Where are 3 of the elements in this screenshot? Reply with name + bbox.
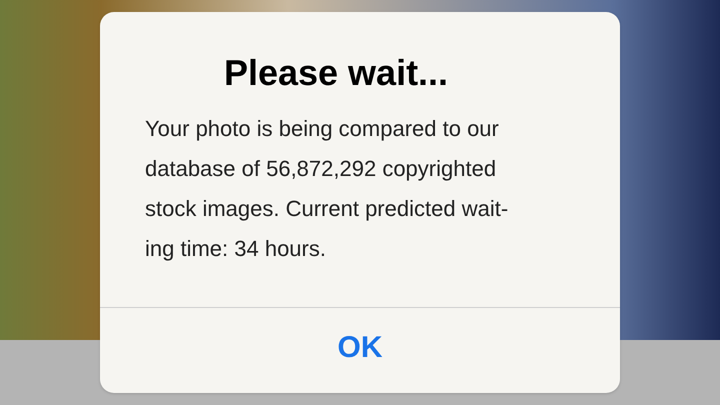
alert-title: Please wait... [224,51,448,95]
ok-button[interactable]: OK [100,308,620,393]
alert-message: Your photo is being compared to our database of 56,872,292 copyrighted stock images. Current predicted wait- ing time: 34 hours. [145,115,510,263]
